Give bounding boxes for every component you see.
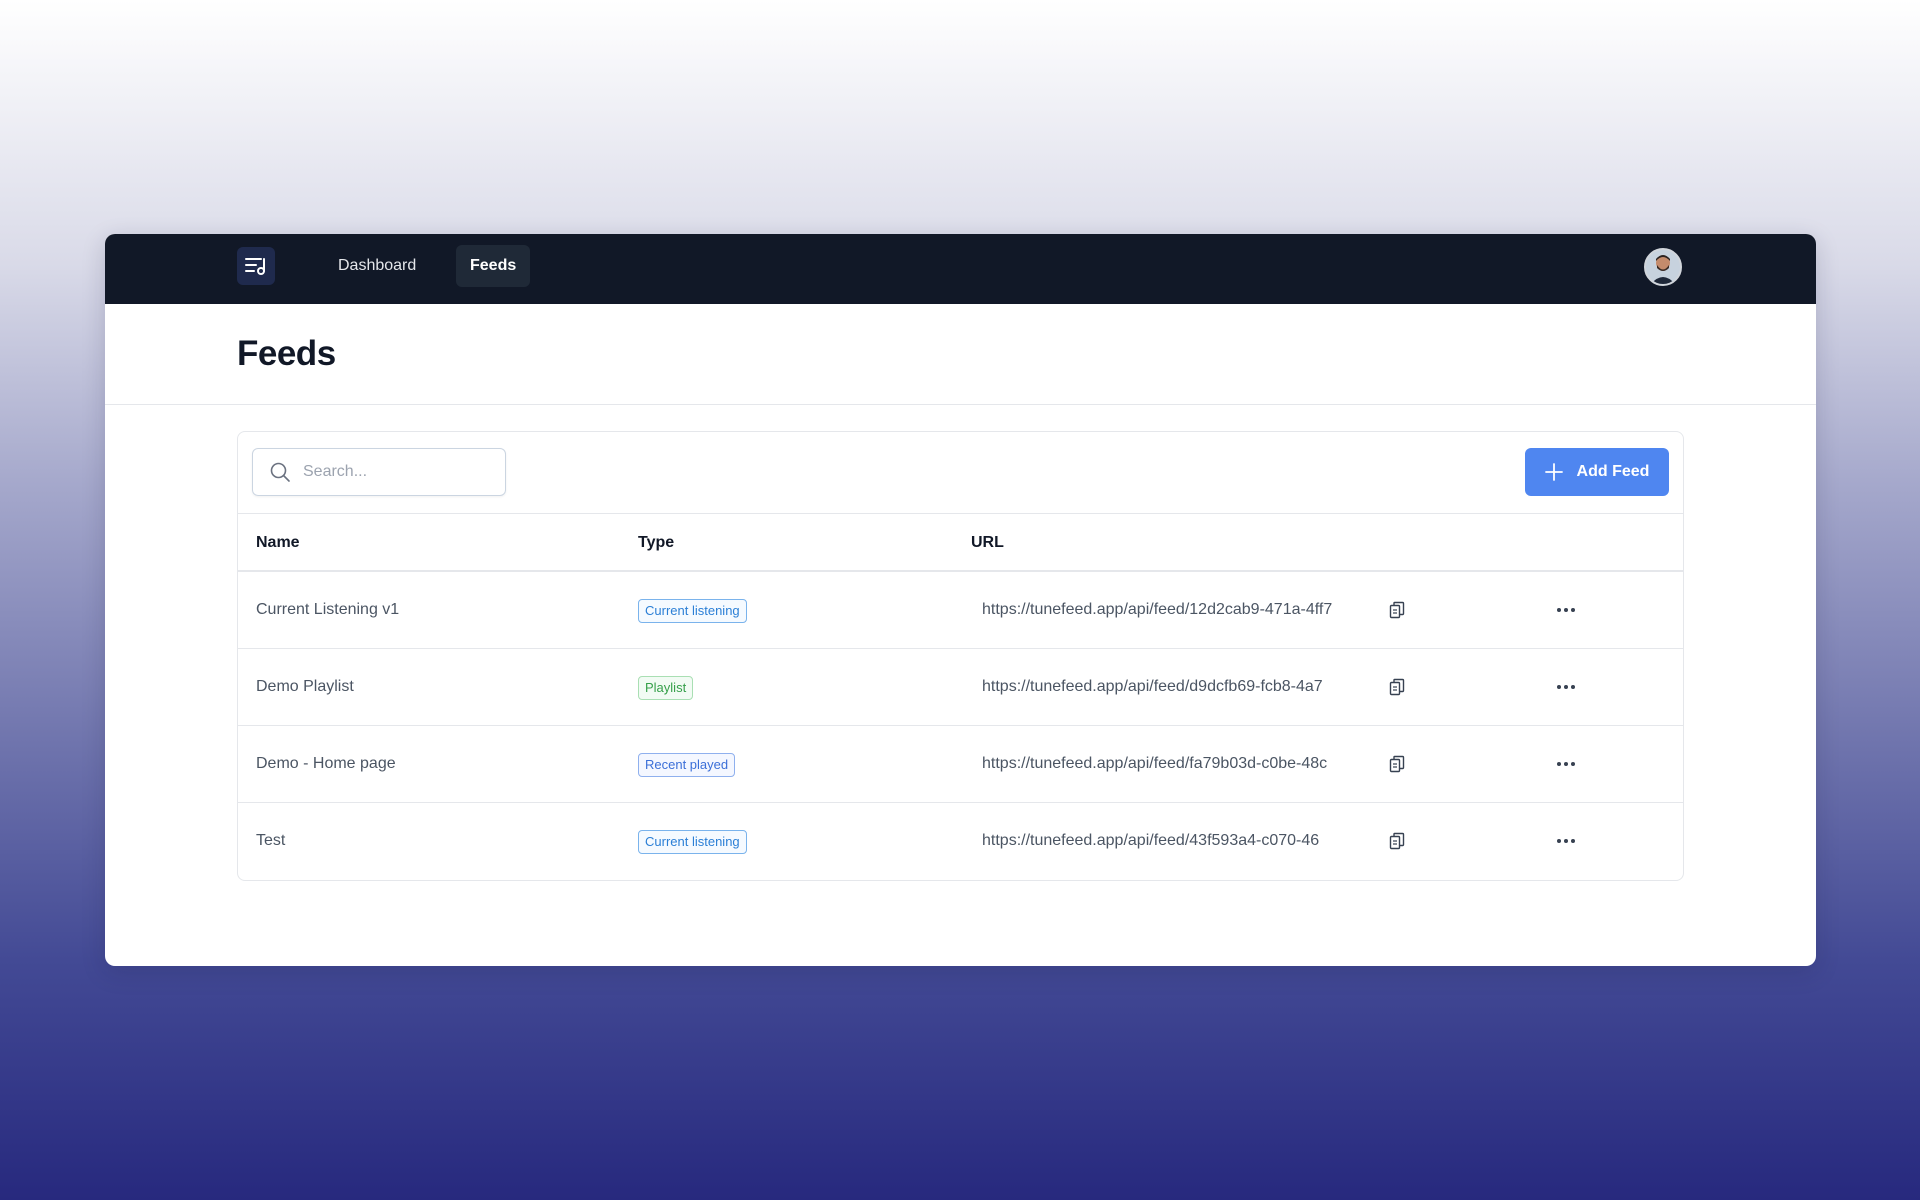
type-badge: Current listening bbox=[638, 599, 747, 623]
page-title: Feeds bbox=[237, 334, 336, 373]
column-header-url: URL bbox=[971, 534, 1004, 551]
feeds-card: Add Feed Name Type URL Current Listening… bbox=[237, 431, 1684, 881]
feed-name: Current Listening v1 bbox=[256, 601, 400, 618]
page-header: Feeds bbox=[105, 304, 1816, 405]
table-row[interactable]: Demo Playlist Playlist https://tunefeed.… bbox=[238, 649, 1683, 726]
add-feed-label: Add Feed bbox=[1576, 463, 1650, 480]
search-icon bbox=[269, 461, 291, 483]
table-toolbar: Add Feed bbox=[238, 432, 1683, 514]
search-input[interactable] bbox=[303, 463, 493, 481]
column-header-type: Type bbox=[638, 534, 675, 551]
music-list-icon bbox=[245, 258, 265, 275]
user-avatar[interactable] bbox=[1644, 248, 1682, 286]
column-header-name: Name bbox=[256, 534, 300, 551]
type-badge: Recent played bbox=[638, 753, 736, 777]
type-badge: Playlist bbox=[638, 676, 694, 700]
app-window: Dashboard Feeds Feeds Search... Add Feed… bbox=[105, 234, 1816, 966]
table-header: Name Type URL bbox=[238, 514, 1683, 572]
table-row[interactable]: Test Current listening https://tunefeed.… bbox=[238, 803, 1683, 880]
more-options-icon[interactable] bbox=[1554, 831, 1578, 851]
more-options-icon[interactable] bbox=[1554, 600, 1578, 620]
table-body: Current Listening v1 Current listening h… bbox=[238, 572, 1683, 880]
plus-icon bbox=[1544, 463, 1563, 481]
table-row[interactable]: Current Listening v1 Current listening h… bbox=[238, 572, 1683, 649]
top-navbar: Dashboard Feeds bbox=[105, 234, 1816, 304]
more-options-icon[interactable] bbox=[1554, 754, 1578, 774]
feed-url: https://tunefeed.app/api/feed/12d2cab9-4… bbox=[982, 601, 1333, 618]
copy-url-icon[interactable] bbox=[1386, 753, 1408, 775]
feed-url: https://tunefeed.app/api/feed/43f593a4-c… bbox=[982, 832, 1320, 849]
copy-url-icon[interactable] bbox=[1386, 830, 1408, 852]
copy-url-icon[interactable] bbox=[1386, 676, 1408, 698]
feed-url: https://tunefeed.app/api/feed/fa79b03d-c… bbox=[982, 755, 1328, 772]
copy-url-icon[interactable] bbox=[1386, 599, 1408, 621]
feed-name: Demo - Home page bbox=[256, 755, 396, 772]
nav-dashboard[interactable]: Dashboard bbox=[324, 245, 430, 287]
nav-feeds[interactable]: Feeds bbox=[456, 245, 531, 287]
table-row[interactable]: Demo - Home page Recent played https://t… bbox=[238, 726, 1683, 803]
feed-name: Demo Playlist bbox=[256, 678, 354, 695]
feed-name: Test bbox=[256, 832, 286, 849]
more-options-icon[interactable] bbox=[1554, 677, 1578, 697]
add-feed-button[interactable]: Add Feed bbox=[1525, 448, 1669, 496]
app-logo[interactable] bbox=[237, 247, 275, 285]
type-badge: Current listening bbox=[638, 830, 747, 854]
search-box[interactable] bbox=[252, 448, 506, 496]
feed-url: https://tunefeed.app/api/feed/d9dcfb69-f… bbox=[982, 678, 1323, 695]
avatar-image bbox=[1646, 250, 1680, 284]
